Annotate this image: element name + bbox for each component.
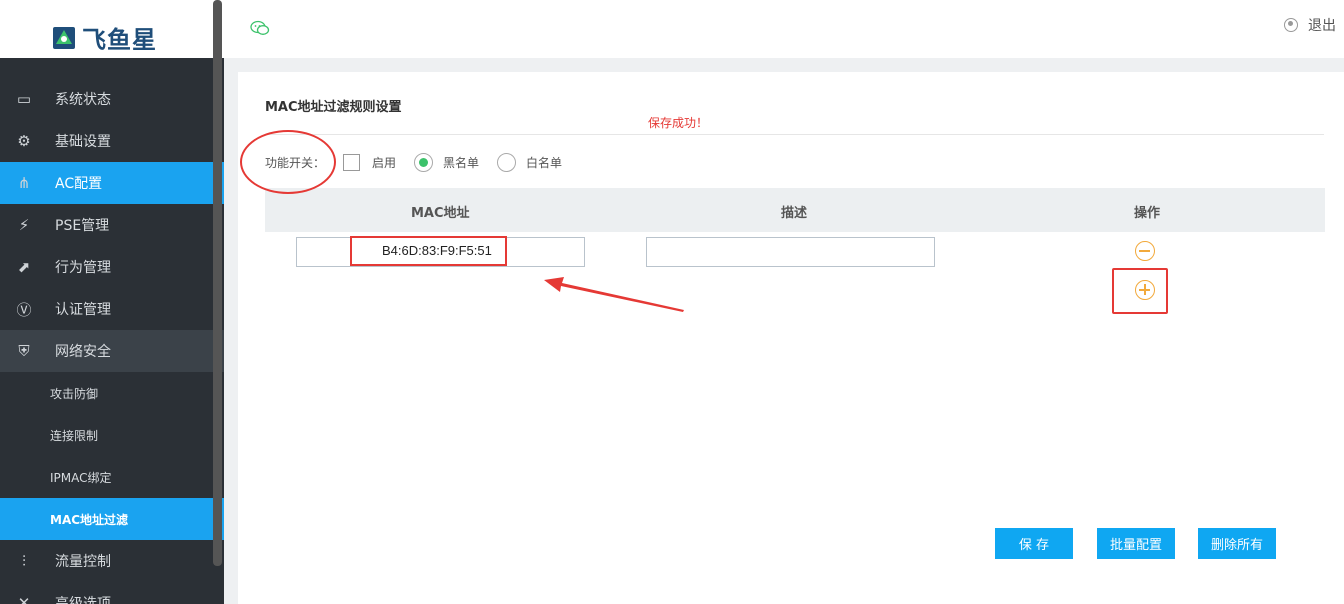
description-input[interactable] [646, 237, 935, 267]
sidebar-item-label: 高级选项 [55, 596, 111, 604]
table-header: MAC地址 描述 操作 [265, 188, 1325, 232]
sidebar-scrollbar[interactable] [213, 0, 222, 566]
logo-area: 飞鱼星 [0, 0, 224, 58]
delete-all-button[interactable]: 删除所有 [1198, 528, 1276, 559]
top-bar: 退出 [224, 0, 1344, 58]
column-header-mac: MAC地址 [411, 206, 470, 221]
sidebar-subitem-mac-filter[interactable]: MAC地址过滤 [0, 498, 224, 540]
logout-link[interactable]: 退出 [1284, 15, 1336, 35]
sidebar-subitem-attack-defense[interactable]: 攻击防御 [0, 372, 224, 414]
column-header-operation: 操作 [1134, 206, 1161, 221]
function-switch-row: 功能开关： 启用 黑名单 白名单 [265, 152, 562, 172]
brand-name: 飞鱼星 [82, 26, 157, 54]
sidebar-item-label: 系统状态 [55, 92, 111, 108]
batch-config-button[interactable]: 批量配置 [1097, 528, 1175, 559]
blacklist-radio[interactable] [414, 152, 434, 172]
sidebar-item-auth[interactable]: Ⓥ 认证管理 [0, 288, 224, 330]
monitor-icon: ▭ [16, 90, 32, 108]
sidebar-subitem-ipmac-binding[interactable]: IPMAC绑定 [0, 456, 224, 498]
sidebar-item-label: 行为管理 [55, 260, 111, 276]
sidebar-item-label: AC配置 [55, 176, 103, 192]
sidebar-item-label: PSE管理 [55, 218, 110, 234]
sidebar-item-network-security[interactable]: ⛨ 网络安全 [0, 330, 224, 372]
whitelist-radio[interactable] [497, 152, 517, 172]
whitelist-label: 白名单 [526, 155, 563, 170]
sidebar-item-behavior[interactable]: ⬈ 行为管理 [0, 246, 224, 288]
sidebar-item-label: 流量控制 [55, 554, 111, 570]
sidebar-item-system-status[interactable]: ▭ 系统状态 [0, 78, 224, 120]
column-header-description: 描述 [781, 206, 808, 221]
add-row-icon[interactable] [1135, 280, 1155, 300]
blacklist-label: 黑名单 [443, 155, 480, 170]
security-submenu: 攻击防御 连接限制 IPMAC绑定 MAC地址过滤 [0, 372, 224, 540]
verify-icon: Ⓥ [16, 300, 32, 319]
brand-logo[interactable]: 飞鱼星 [52, 20, 157, 55]
lightning-icon: ⚡ [18, 216, 30, 234]
user-icon [1284, 18, 1298, 32]
gear-icon: ⚙ [17, 132, 31, 150]
tools-icon: ✕ [17, 594, 31, 604]
network-icon: ⋔ [17, 174, 31, 192]
enable-checkbox[interactable] [343, 153, 361, 171]
sidebar: 飞鱼星 ▭ 系统状态 ⚙ 基础设置 ⋔ AC配置 ⚡ PSE管理 ⬈ 行为管理 … [0, 0, 224, 604]
sidebar-item-advanced[interactable]: ✕ 高级选项 [0, 582, 224, 604]
enable-label: 启用 [372, 155, 397, 170]
sidebar-item-label: 认证管理 [55, 302, 111, 318]
chart-line-icon: ⬈ [17, 258, 31, 276]
sliders-icon: ⫶ [22, 552, 26, 570]
sidebar-item-label: 基础设置 [55, 134, 111, 150]
wechat-icon[interactable] [250, 20, 270, 36]
title-divider [265, 134, 1324, 135]
page-title: MAC地址过滤规则设置 [265, 100, 402, 115]
mac-address-value: B4:6D:83:F9:F5:51 [382, 243, 492, 258]
brand-logo-icon [53, 26, 75, 49]
sidebar-item-traffic-control[interactable]: ⫶ 流量控制 [0, 540, 224, 582]
sidebar-subitem-connection-limit[interactable]: 连接限制 [0, 414, 224, 456]
remove-row-icon[interactable] [1135, 241, 1155, 261]
function-switch-label: 功能开关： [265, 155, 326, 170]
logout-label: 退出 [1308, 18, 1336, 34]
sidebar-nav: ▭ 系统状态 ⚙ 基础设置 ⋔ AC配置 ⚡ PSE管理 ⬈ 行为管理 Ⓥ 认证… [0, 78, 224, 604]
main-content: MAC地址过滤规则设置 保存成功！ 功能开关： 启用 黑名单 白名单 MAC地址… [238, 72, 1344, 604]
save-button[interactable]: 保 存 [995, 528, 1073, 559]
sidebar-item-pse[interactable]: ⚡ PSE管理 [0, 204, 224, 246]
sidebar-item-basic-settings[interactable]: ⚙ 基础设置 [0, 120, 224, 162]
shield-icon: ⛨ [18, 342, 30, 360]
success-message: 保存成功！ [648, 116, 709, 130]
sidebar-item-ac-config[interactable]: ⋔ AC配置 [0, 162, 224, 204]
sidebar-item-label: 网络安全 [55, 344, 111, 360]
